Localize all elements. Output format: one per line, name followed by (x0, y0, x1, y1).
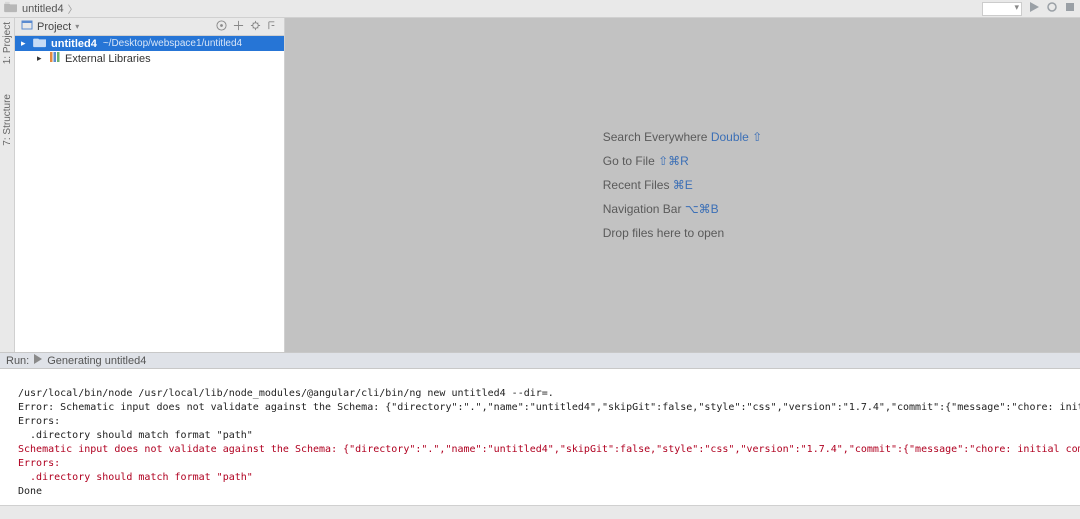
collapse-icon[interactable] (233, 20, 244, 34)
project-scope-icon (21, 19, 33, 34)
tool-tab-structure[interactable]: 7: Structure (2, 94, 13, 146)
hide-icon[interactable] (267, 20, 278, 34)
project-tree[interactable]: ▸ untitled4 ~/Desktop/webspace1/untitled… (15, 36, 284, 352)
folder-icon (33, 36, 47, 51)
dropdown-icon: ▾ (75, 22, 79, 31)
gear-icon[interactable] (250, 20, 261, 34)
console-line: Errors: (18, 416, 60, 427)
expand-arrow-icon[interactable]: ▸ (21, 38, 29, 49)
run-console[interactable]: /usr/local/bin/node /usr/local/lib/node_… (0, 369, 1080, 505)
tree-external-libs-label: External Libraries (65, 53, 151, 65)
run-label: Run: (6, 355, 29, 367)
chevron-right-icon: 〉 (68, 1, 78, 16)
folder-icon (4, 1, 18, 16)
main-split: 1: Project 7: Structure Project ▾ ▸ unti… (0, 18, 1080, 352)
console-error-line: .directory should match format "path" (18, 472, 253, 483)
breadcrumb-project: untitled4 (22, 3, 64, 15)
tree-root[interactable]: ▸ untitled4 ~/Desktop/webspace1/untitled… (15, 36, 284, 51)
toolbar-right (982, 1, 1076, 16)
status-bar (0, 505, 1080, 519)
project-tool-window: Project ▾ ▸ untitled4 ~/Desktop/webspace… (15, 18, 285, 352)
run-config-combo[interactable] (982, 2, 1022, 16)
editor-hints: Search Everywhere Double ⇧ Go to File ⇧⌘… (603, 120, 762, 250)
run-icon[interactable] (1028, 1, 1040, 16)
project-pane-header: Project ▾ (15, 18, 284, 36)
tree-root-name: untitled4 (51, 38, 97, 50)
tree-external-libs[interactable]: ▸ External Libraries (15, 51, 284, 66)
library-icon (49, 51, 61, 66)
tree-root-path: ~/Desktop/webspace1/untitled4 (103, 38, 242, 49)
console-error-line: Schematic input does not validate agains… (18, 444, 1080, 455)
run-task-name: Generating untitled4 (47, 355, 146, 367)
play-icon[interactable] (33, 354, 43, 367)
console-line: Done (18, 486, 42, 497)
project-pane-tools (216, 20, 278, 34)
titlebar: untitled4 〉 (0, 0, 1080, 18)
project-pane-title[interactable]: Project ▾ (21, 19, 79, 34)
target-icon[interactable] (216, 20, 227, 34)
console-line: /usr/local/bin/node /usr/local/lib/node_… (18, 388, 554, 399)
tool-tab-project[interactable]: 1: Project (2, 22, 13, 64)
run-toolbar: Run: Generating untitled4 (0, 352, 1080, 369)
stop-icon[interactable] (1064, 1, 1076, 16)
beetle-icon[interactable] (1046, 1, 1058, 16)
editor-empty-state[interactable]: Search Everywhere Double ⇧ Go to File ⇧⌘… (285, 18, 1080, 352)
console-error-line: Errors: (18, 458, 60, 469)
expand-arrow-icon[interactable]: ▸ (37, 53, 45, 64)
breadcrumb[interactable]: untitled4 〉 (4, 1, 78, 16)
left-tool-strip: 1: Project 7: Structure (0, 18, 15, 352)
console-line: .directory should match format "path" (18, 430, 253, 441)
console-line: Error: Schematic input does not validate… (18, 402, 1080, 413)
